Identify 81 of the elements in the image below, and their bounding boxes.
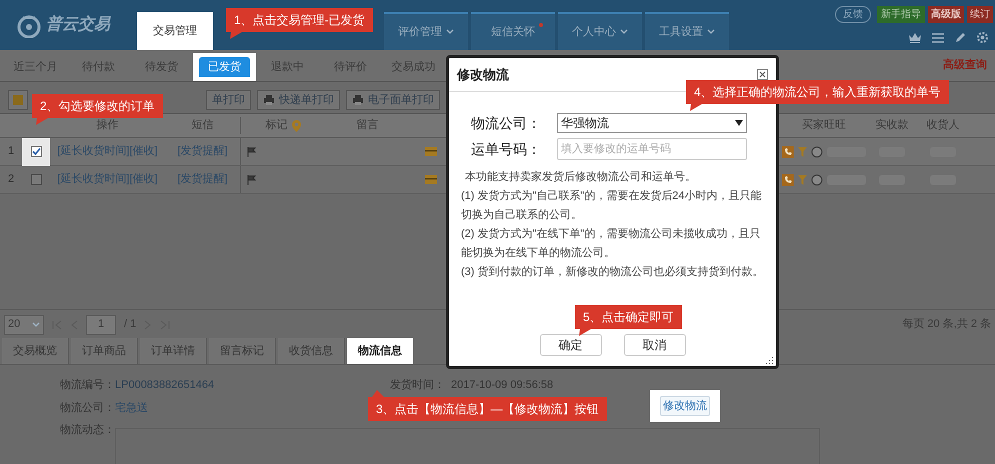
column-header: 收货人 [926,118,960,134]
crown-icon[interactable] [908,32,922,44]
detail-tab[interactable]: 收货信息 [278,338,345,364]
phone-icon[interactable] [782,146,794,158]
row-checkbox[interactable] [30,146,42,157]
callout-pointer [579,329,591,336]
reminder-link[interactable]: [发货提醒] [165,143,240,160]
renew-button[interactable]: 续订 [967,6,993,23]
detail-tab[interactable]: 物流信息 [347,338,413,364]
guide-button[interactable]: 新手指导 [877,6,925,23]
nav-tab[interactable]: 个人中心 [558,12,642,50]
cancel-button[interactable]: 取消 [624,334,686,356]
field-label: 物流动态： [60,422,115,438]
status-tab[interactable]: 已发货 [193,53,256,81]
field-label: 物流公司： [471,114,542,132]
nav-tab[interactable]: 短信关怀 [471,12,555,50]
detail-tab[interactable]: 订单商品 [71,338,138,364]
chat-face-icon[interactable] [810,146,823,158]
row-number: 2 [6,172,16,188]
flag-icon[interactable] [247,146,257,156]
settings-icon[interactable] [976,31,989,44]
company-name: 宅急送 [115,400,148,416]
feedback-button[interactable]: 反馈 [835,6,871,23]
detail-tab[interactable]: 交易概览 [2,338,69,364]
field-label: 运单号码： [471,140,542,158]
detail-tab[interactable]: 订单详情 [140,338,207,364]
printer-icon [263,94,275,106]
column-header: 短信 [190,118,214,134]
square-icon [12,94,24,106]
phone-icon[interactable] [782,174,794,186]
note-text: 本功能支持卖家发货后修改物流公司和运单号。 [464,170,697,185]
note-text: (3) 货到付款的订单，新修改的物流公司也必须支持货到付款。 [461,264,764,280]
dialog-title: 修改物流 [457,66,509,84]
printer-icon [352,94,364,106]
chevron-down-icon [620,29,628,35]
column-header: 标记 [266,118,288,134]
nav-tab[interactable]: 交易管理 [137,12,213,50]
chevron-down-icon [446,29,454,35]
print-button[interactable]: 快递单打印 [257,90,340,110]
waybill-input[interactable]: 填入要修改的运单号码 [557,138,747,160]
callout-pointer [690,104,702,111]
nav-tab[interactable]: 工具设置 [645,12,729,50]
company-select[interactable]: 华强物流 [557,113,747,133]
close-icon[interactable] [757,69,768,80]
card-icon [425,175,437,184]
pin-icon [292,120,300,132]
confirm-button[interactable]: 确定 [540,334,602,356]
detail-tab[interactable]: 留言标记 [209,338,276,364]
page-size-select[interactable]: 20 [4,314,44,334]
chevron-down-icon [707,29,715,35]
pencil-icon[interactable] [954,32,966,44]
menu-icon[interactable] [932,32,944,42]
dropdown-triangle-icon [735,120,743,126]
edition-badge[interactable]: 高级版 [928,6,964,23]
chevron-down-icon [32,322,40,328]
callout-pointer [230,32,242,39]
column-header: 操作 [96,118,120,134]
page-input[interactable]: 1 [86,314,116,334]
modify-logistics-button[interactable]: 修改物流 [660,396,710,416]
chat-face-icon[interactable] [810,174,823,186]
advanced-search-link[interactable]: 高级查询 [943,56,987,73]
action-links[interactable]: [延长收货时间][催收] [50,171,165,188]
card-icon [425,147,437,156]
callout-pointer [36,118,48,125]
logo-text: 普云交易 [46,14,110,35]
note-text: (2) 发货方式为"在线下单"的，需要物流公司未揽收成功，且只能切换为在线下单的物流公司。 [461,226,762,261]
resize-grip-icon[interactable] [766,356,774,364]
action-links[interactable]: [延长收货时间][催收] [50,143,165,160]
flag-icon[interactable] [247,174,257,184]
print-button[interactable]: 电子面单打印 [346,90,440,110]
print-button[interactable]: 单打印 [206,90,251,110]
column-header: 留言 [356,118,380,134]
callout-pointer [372,390,384,397]
reminder-link[interactable]: [发货提醒] [165,171,240,188]
ship-time: 2017-10-09 09:56:58 [451,378,554,393]
nav-tab[interactable]: 评价管理 [384,12,468,50]
waybill-number: LP00083882651464 [115,378,214,393]
column-header: 买家旺旺 [801,118,847,134]
column-header: 实收款 [874,118,910,134]
row-number: 1 [6,144,16,160]
row-checkbox[interactable] [30,174,42,185]
